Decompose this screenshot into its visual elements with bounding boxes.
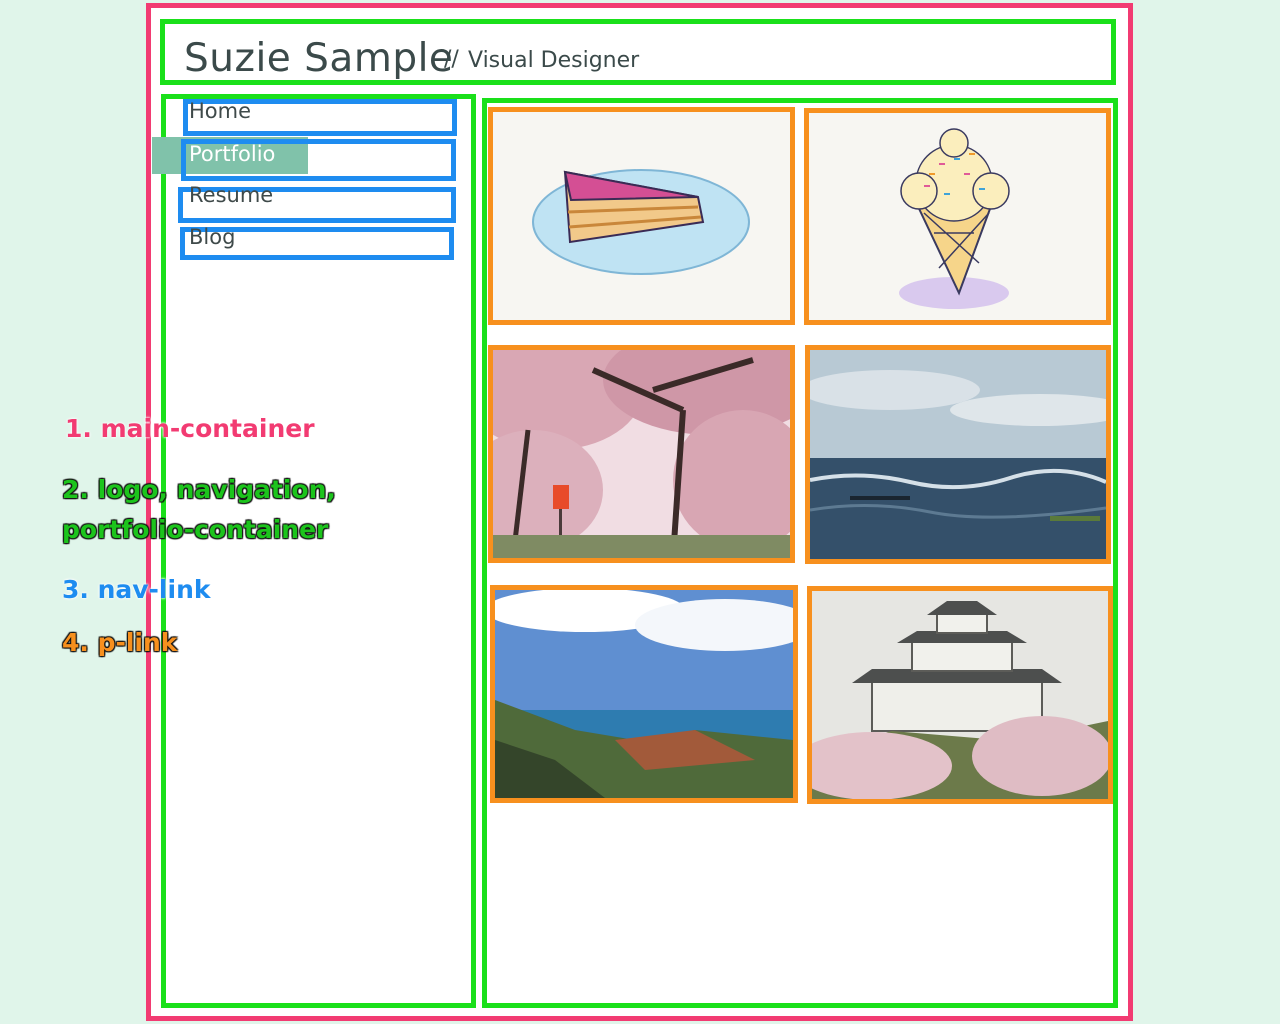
p-link-cake[interactable]: [488, 107, 795, 325]
p-link-cherry-blossoms[interactable]: [488, 345, 795, 563]
logo-role: Visual Designer: [468, 48, 640, 73]
cherry-blossoms-image: [493, 350, 790, 558]
p-link-valley[interactable]: [490, 585, 798, 803]
logo-name[interactable]: Suzie Sample: [184, 36, 453, 81]
nav-link-blog-label: Blog: [189, 225, 236, 249]
legend-containers-line2: portfolio-container: [62, 515, 329, 544]
legend-nav-link: 3. nav-link: [62, 575, 211, 604]
nav-link-home-label: Home: [189, 99, 252, 123]
legend-containers: 2. logo, navigation, portfolio-container: [62, 470, 336, 550]
nav-link-resume-label: Resume: [189, 183, 274, 207]
ocean-image: [810, 350, 1106, 559]
legend-main-container: 1. main-container: [65, 414, 315, 443]
legend-containers-line1: 2. logo, navigation,: [62, 475, 336, 504]
p-link-ice-cream[interactable]: [804, 108, 1111, 325]
valley-image: [495, 590, 793, 798]
legend-p-link: 4. p-link: [62, 628, 178, 657]
castle-image: [812, 591, 1108, 799]
ice-cream-image: [809, 113, 1106, 320]
nav-link-portfolio-label: Portfolio: [189, 142, 276, 166]
p-link-ocean[interactable]: [805, 345, 1111, 564]
p-link-castle[interactable]: [807, 586, 1113, 804]
logo-separator: //: [444, 47, 459, 72]
cake-slice-image: [493, 112, 790, 320]
